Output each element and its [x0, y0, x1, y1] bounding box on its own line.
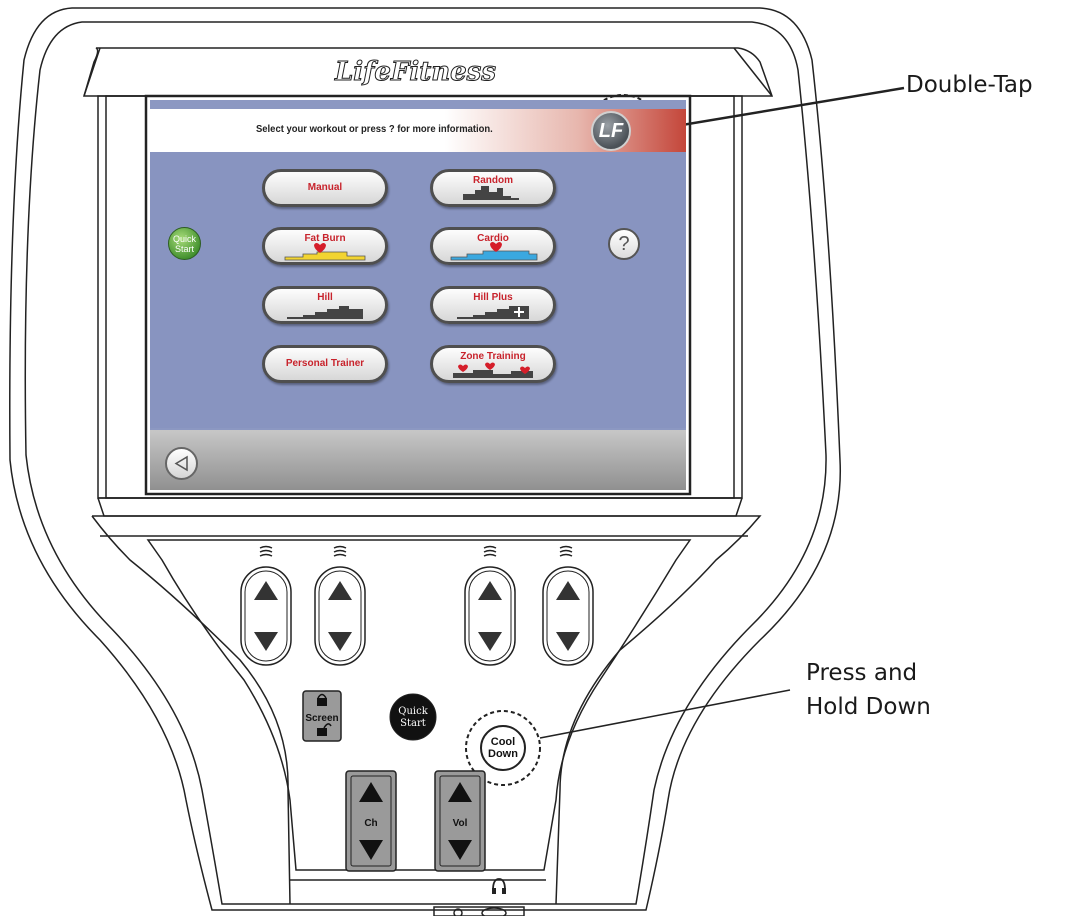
quick-start-key[interactable]: Quick Start [388, 692, 438, 747]
screen-lock-button[interactable]: Screen [302, 690, 342, 747]
workout-manual-label: Manual [307, 182, 343, 193]
quick-start-screen-button[interactable]: Quick Start [168, 227, 201, 260]
quick-start-key-line2: Start [400, 718, 426, 729]
cool-down-key-line1: Cool [491, 736, 515, 748]
unlock-icon [317, 728, 327, 736]
workout-hill-plus-button[interactable]: Hill Plus [430, 286, 556, 324]
right-key-1-up-down[interactable] [464, 566, 516, 671]
back-button[interactable] [165, 447, 198, 480]
help-button[interactable]: ? [608, 228, 640, 260]
workout-personal-trainer-button[interactable]: Personal Trainer [262, 345, 388, 383]
channel-label: Ch [364, 818, 377, 829]
workout-manual-button[interactable]: Manual [262, 169, 388, 207]
hill-plus-profile-icon [457, 306, 529, 319]
left-key-1-up-down[interactable] [240, 566, 292, 671]
back-arrow-icon [174, 455, 188, 472]
channel-key[interactable]: Ch [345, 770, 397, 877]
workout-random-button[interactable]: Random [430, 169, 556, 207]
quick-start-key-face: Quick Start [389, 693, 437, 741]
brand-logo: LifeFitness [334, 57, 496, 87]
up-down-arrow-icon [314, 566, 366, 666]
up-down-arrow-icon [464, 566, 516, 666]
cool-down-key-face: Cool Down [480, 725, 526, 771]
screen-lock-key: Screen [302, 690, 342, 742]
workout-hill-button[interactable]: Hill [262, 286, 388, 324]
volume-key[interactable]: Vol [434, 770, 486, 877]
double-tap-callout: Double-Tap [906, 72, 1033, 98]
volume-key-face: Vol [434, 770, 486, 872]
workout-cardio-button[interactable]: Cardio [430, 227, 556, 265]
workout-fat-burn-button[interactable]: Fat Burn [262, 227, 388, 265]
cool-down-key-line2: Down [488, 748, 518, 760]
press-hold-callout-line2: Hold Down [806, 694, 931, 720]
workout-personal-trainer-label: Personal Trainer [285, 358, 365, 369]
right-key-2-up-down[interactable] [542, 566, 594, 671]
volume-label: Vol [453, 818, 468, 829]
touch-screen: Select your workout or press ? for more … [150, 100, 686, 490]
workout-prompt: Select your workout or press ? for more … [256, 123, 493, 135]
screen-lock-label: Screen [305, 713, 338, 724]
press-hold-callout-line1: Press and [806, 660, 918, 686]
channel-key-face: Ch [345, 770, 397, 872]
quick-start-key-line1: Quick [398, 706, 428, 717]
workout-panel [150, 152, 686, 428]
random-profile-icon [463, 186, 519, 200]
bottom-bar [150, 430, 686, 490]
up-down-arrow-icon [542, 566, 594, 666]
up-down-arrow-icon [240, 566, 292, 666]
zone-training-profile-icon [453, 362, 533, 378]
headphone-icon [492, 878, 506, 894]
left-key-2-up-down[interactable] [314, 566, 366, 671]
fat-burn-profile-icon [284, 243, 366, 261]
cardio-profile-icon [450, 242, 538, 261]
hill-profile-icon [287, 306, 363, 319]
lf-logo-button[interactable]: LF [591, 111, 631, 151]
workout-zone-training-button[interactable]: Zone Training [430, 345, 556, 383]
lock-icon [317, 698, 327, 706]
